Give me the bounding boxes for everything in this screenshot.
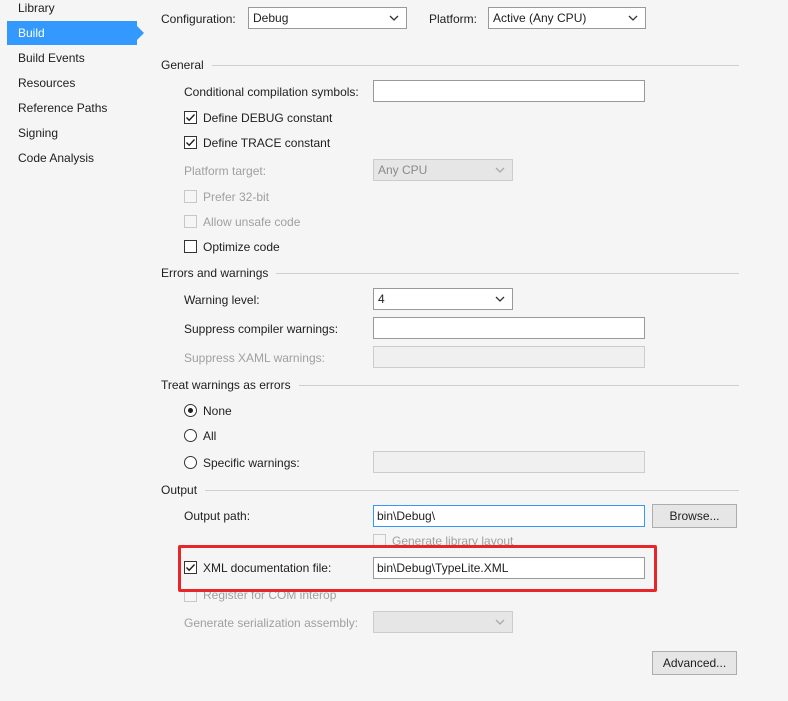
section-title: Output	[161, 482, 206, 498]
configuration-label: Configuration:	[161, 12, 236, 26]
chevron-down-icon	[389, 15, 399, 21]
platform-value: Active (Any CPU)	[493, 11, 587, 25]
register-com-label: Register for COM interop	[203, 588, 337, 602]
output-path-input[interactable]: bin\Debug\	[373, 505, 645, 527]
define-debug-label: Define DEBUG constant	[203, 111, 333, 125]
section-title: Errors and warnings	[161, 265, 277, 281]
section-errors-warnings: Errors and warnings	[161, 265, 739, 281]
chevron-down-icon	[628, 15, 638, 21]
sidebar-item-resources[interactable]: Resources	[7, 71, 137, 95]
sidebar: Library Build Build Events Resources Ref…	[0, 0, 141, 701]
section-output: Output	[161, 482, 739, 498]
output-path-label: Output path:	[184, 509, 251, 523]
specific-warnings-input	[373, 451, 645, 473]
checkmark-icon	[186, 114, 196, 122]
conditional-symbols-label: Conditional compilation symbols:	[184, 85, 359, 99]
warning-level-label: Warning level:	[184, 293, 260, 307]
xml-documentation-checkbox[interactable]	[184, 561, 197, 574]
section-treat-warnings: Treat warnings as errors	[161, 377, 739, 393]
radio-none[interactable]	[184, 404, 197, 417]
suppress-compiler-input[interactable]	[373, 317, 645, 339]
selected-item-pointer	[137, 26, 144, 40]
sidebar-item-reference-paths[interactable]: Reference Paths	[7, 96, 137, 120]
xml-documentation-label: XML documentation file:	[203, 561, 332, 575]
checkmark-icon	[186, 139, 196, 147]
register-com-checkbox	[184, 589, 197, 602]
prefer-32bit-checkbox	[184, 190, 197, 203]
configuration-dropdown[interactable]: Debug	[248, 7, 407, 29]
allow-unsafe-checkbox	[184, 215, 197, 228]
browse-button[interactable]: Browse...	[652, 504, 737, 528]
suppress-xaml-input	[373, 346, 645, 368]
radio-all-label: All	[203, 429, 217, 443]
suppress-xaml-label: Suppress XAML warnings:	[184, 351, 325, 365]
chevron-down-icon	[495, 296, 505, 302]
optimize-code-checkbox[interactable]	[184, 240, 197, 253]
radio-none-label: None	[203, 404, 232, 418]
generate-library-layout-checkbox	[373, 534, 386, 547]
sidebar-item-build-events[interactable]: Build Events	[7, 46, 137, 70]
radio-all[interactable]	[184, 429, 197, 442]
warning-level-dropdown[interactable]: 4	[373, 288, 513, 310]
conditional-symbols-input[interactable]	[373, 80, 645, 102]
advanced-button[interactable]: Advanced...	[652, 651, 737, 675]
radio-specific-warnings[interactable]	[184, 456, 197, 469]
generate-library-layout-label: Generate library layout	[392, 534, 514, 548]
warning-level-value: 4	[378, 292, 385, 306]
platform-target-value: Any CPU	[378, 163, 428, 177]
radio-selected-dot	[188, 408, 193, 413]
configuration-value: Debug	[253, 11, 289, 25]
define-debug-checkbox[interactable]	[184, 111, 197, 124]
section-general: General	[161, 57, 739, 73]
xml-documentation-input[interactable]: bin\Debug\TypeLite.XML	[373, 557, 645, 579]
platform-dropdown[interactable]: Active (Any CPU)	[488, 7, 646, 29]
checkmark-icon	[186, 564, 196, 572]
section-divider	[161, 65, 739, 66]
project-properties-build-page: Library Build Build Events Resources Ref…	[0, 0, 788, 701]
platform-label: Platform:	[429, 12, 478, 26]
radio-specific-warnings-label: Specific warnings:	[203, 456, 300, 470]
prefer-32bit-label: Prefer 32-bit	[203, 190, 270, 204]
platform-target-label: Platform target:	[184, 164, 267, 178]
serialization-label: Generate serialization assembly:	[184, 616, 359, 630]
section-divider	[161, 490, 739, 491]
chevron-down-icon	[495, 167, 505, 173]
serialization-dropdown	[373, 611, 513, 633]
chevron-down-icon	[495, 619, 505, 625]
sidebar-item-code-analysis[interactable]: Code Analysis	[7, 146, 137, 170]
suppress-compiler-label: Suppress compiler warnings:	[184, 322, 339, 336]
sidebar-item-build[interactable]: Build	[7, 21, 137, 45]
optimize-code-label: Optimize code	[203, 240, 280, 254]
sidebar-item-signing[interactable]: Signing	[7, 121, 137, 145]
section-title: Treat warnings as errors	[161, 377, 299, 393]
sidebar-item-library[interactable]: Library	[7, 0, 137, 20]
section-title: General	[161, 57, 212, 73]
allow-unsafe-label: Allow unsafe code	[203, 215, 301, 229]
platform-target-dropdown: Any CPU	[373, 159, 513, 181]
define-trace-label: Define TRACE constant	[203, 136, 331, 150]
define-trace-checkbox[interactable]	[184, 136, 197, 149]
